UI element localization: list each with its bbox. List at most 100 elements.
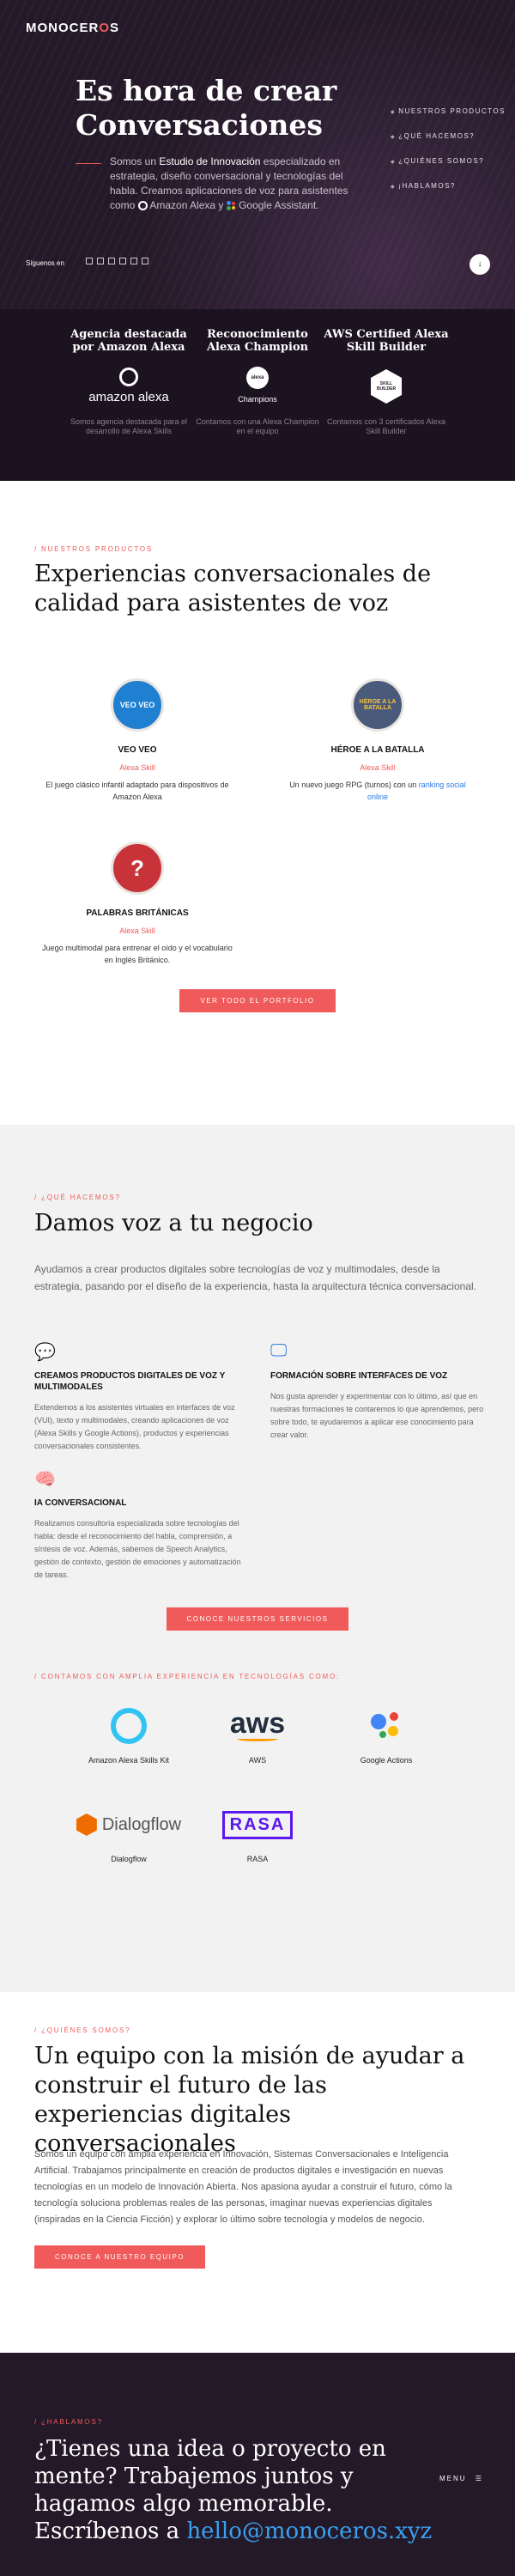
nav-item-who-we-are[interactable]: ¿QUIÉNES SOMOS? <box>391 157 506 165</box>
product-tag: Alexa Skill <box>119 927 155 935</box>
hero-title: Es hora de crear Conversaciones <box>76 74 337 142</box>
award-title: AWS Certified Alexa Skill Builder <box>324 328 449 354</box>
hero-section: MONOCEROS Es hora de crear Conversacione… <box>0 0 515 481</box>
scroll-down-button[interactable]: ↓ <box>470 254 490 275</box>
contact-eyebrow: / ¿HABLAMOS? <box>34 2418 103 2426</box>
alexa-ring-icon <box>137 201 148 210</box>
logo-text-dot: O <box>99 21 111 35</box>
team-section: / ¿QUIÉNES SOMOS? Un equipo con la misió… <box>0 1992 515 2353</box>
product-name: HÉROE A LA BATALLA <box>330 745 425 755</box>
nav-item-contact[interactable]: ¡HABLAMOS? <box>391 182 506 190</box>
team-button[interactable]: CONOCE A NUESTRO EQUIPO <box>34 2245 205 2269</box>
services-section: / ¿QUÉ HACEMOS? Damos voz a tu negocio A… <box>0 1125 515 1992</box>
youtube-icon[interactable] <box>130 258 137 264</box>
amazon-alexa-logo-text: amazon alexa <box>88 390 169 404</box>
nav-item-what-we-do[interactable]: ¿QUÉ HACEMOS? <box>391 132 506 140</box>
facebook-icon[interactable] <box>86 258 93 264</box>
tech-name: Dialogflow <box>111 1855 147 1863</box>
services-intro: Ayudamos a crear productos digitales sob… <box>34 1263 476 1292</box>
brain-icon: 🧠 <box>34 1470 56 1489</box>
service-desc: Realizamos consultoría especializada sob… <box>34 1519 241 1579</box>
champions-badge-text: alexa <box>246 367 269 389</box>
product-tag: Alexa Skill <box>119 763 155 772</box>
award-title: Reconocimiento Alexa Champion <box>206 328 309 354</box>
product-tag: Alexa Skill <box>360 763 396 772</box>
service-conversational-ai: 🧠 IA CONVERSACIONAL Realizamos consultor… <box>34 1468 249 1582</box>
product-name: VEO VEO <box>118 745 157 755</box>
products-eyebrow: / NUESTROS PRODUCTOS <box>34 545 154 553</box>
palabras-logo: ? <box>111 841 164 895</box>
product-desc: El juego clásico infantil adaptado para … <box>45 781 229 801</box>
tech-name: AWS <box>248 1756 267 1765</box>
product-desc: Juego multimodal para entrenar el oído y… <box>42 944 233 964</box>
contact-section: / ¿HABLAMOS? ¿Tienes una idea o proyecto… <box>0 2353 515 2576</box>
services-title: Damos voz a tu negocio <box>34 1210 313 1236</box>
twitter-icon[interactable] <box>108 258 115 264</box>
award-alexa-champion: Reconocimiento Alexa Champion alexa Cham… <box>193 328 322 436</box>
service-title: IA CONVERSACIONAL <box>34 1498 127 1508</box>
products-section: / NUESTROS PRODUCTOS Experiencias conver… <box>0 481 515 1125</box>
contact-title: ¿Tienes una idea o proyecto en mente? Tr… <box>34 2435 446 2545</box>
nav-item-products[interactable]: NUESTROS PRODUCTOS <box>391 107 506 115</box>
award-skill-builder: AWS Certified Alexa Skill Builder SKILL … <box>322 328 451 436</box>
team-title: Un equipo con la misión de ayudar a cons… <box>34 2043 465 2157</box>
menu-button[interactable]: MENU ☰ <box>439 2475 483 2482</box>
hero-text-bold: Estudio de Innovación <box>159 155 261 167</box>
service-title: FORMACIÓN SOBRE INTERFACES DE VOZ <box>270 1371 448 1381</box>
tech-rasa: RASA RASA <box>193 1803 322 1863</box>
product-card-veo-veo[interactable]: VEO VEO VEO VEO Alexa Skill El juego clá… <box>39 678 236 803</box>
awards-strip: Agencia destacada por Amazon Alexa amazo… <box>0 309 515 481</box>
menu-label: MENU <box>439 2475 467 2482</box>
service-desc: Extendemos a los asistentes virtuales en… <box>34 1403 235 1450</box>
hero-text-and: y <box>215 199 227 211</box>
rasa-logo: RASA <box>193 1803 322 1846</box>
hero-navigation: NUESTROS PRODUCTOS ¿QUÉ HACEMOS? ¿QUIÉNE… <box>391 107 506 207</box>
product-desc: Un nuevo juego RPG (turnos) con un ranki… <box>279 779 476 803</box>
portfolio-button[interactable]: VER TODO EL PORTFOLIO <box>179 989 336 1012</box>
aws-logo-text: aws <box>229 1707 286 1740</box>
follow-label: Síguenos en <box>26 259 64 267</box>
service-training: 🖵 FORMACIÓN SOBRE INTERFACES DE VOZ Nos … <box>270 1341 485 1442</box>
github-icon[interactable] <box>142 258 148 264</box>
product-name: PALABRAS BRITÁNICAS <box>86 908 189 918</box>
award-desc: Contamos con una Alexa Champion en el eq… <box>196 417 319 435</box>
team-eyebrow: / ¿QUIÉNES SOMOS? <box>34 2026 131 2034</box>
alexa-champions-logo: alexa Champions <box>193 361 322 412</box>
services-button[interactable]: CONOCE NUESTROS SERVICIOS <box>166 1607 349 1631</box>
services-button-wrap: CONOCE NUESTROS SERVICIOS <box>0 1607 515 1631</box>
linkedin-icon[interactable] <box>97 258 104 264</box>
tech-google-actions: Google Actions <box>322 1704 451 1765</box>
hero-google-text: Google Assistant. <box>239 199 319 211</box>
dialogflow-logo-text: Dialogflow <box>101 1814 182 1834</box>
award-desc: Contamos con 3 certificados Alexa Skill … <box>326 417 446 435</box>
chat-icon: 💬 <box>34 1343 56 1362</box>
brand-logo[interactable]: MONOCEROS <box>26 21 119 35</box>
team-text: Somos un equipo con amplia experiencia e… <box>34 2149 452 2225</box>
tech-dialogflow: Dialogflow Dialogflow <box>64 1803 193 1863</box>
logo-text-pre: MONOCER <box>26 21 100 35</box>
product-card-palabras[interactable]: ? PALABRAS BRITÁNICAS Alexa Skill Juego … <box>39 841 236 966</box>
contact-email-link[interactable]: hello@monoceros.xyz <box>186 2518 432 2544</box>
team-button-wrap: CONOCE A NUESTRO EQUIPO <box>34 2245 205 2269</box>
product-card-heroe[interactable]: HÉROE A LA BATALLA HÉROE A LA BATALLA Al… <box>279 678 476 803</box>
amazon-alexa-logo: amazon alexa <box>64 361 193 412</box>
hero-divider <box>76 163 101 164</box>
instagram-icon[interactable] <box>119 258 126 264</box>
tech-eyebrow: / CONTAMOS CON AMPLIA EXPERIENCIA EN TEC… <box>34 1673 341 1680</box>
service-desc: Nos gusta aprender y experimentar con lo… <box>270 1392 484 1439</box>
product-desc-pre: Un nuevo juego RPG (turnos) con un <box>289 781 419 789</box>
portfolio-button-wrap: VER TODO EL PORTFOLIO <box>0 989 515 1012</box>
aws-logo: aws <box>193 1704 322 1747</box>
award-alexa-agency: Agencia destacada por Amazon Alexa amazo… <box>64 328 193 436</box>
google-assistant-icon <box>226 201 236 210</box>
award-title: Agencia destacada por Amazon Alexa <box>70 328 187 354</box>
tech-name: RASA <box>246 1855 269 1863</box>
heroe-badge-text: HÉROE A LA BATALLA <box>359 699 397 711</box>
hero-text-pre: Somos un <box>110 155 160 167</box>
champions-logo-text: Champions <box>238 395 277 404</box>
rasa-logo-text: RASA <box>221 1810 294 1839</box>
tech-aws: aws AWS <box>193 1704 322 1765</box>
aws-badge-text: SKILL BUILDER <box>376 381 397 392</box>
presentation-icon: 🖵 <box>270 1341 288 1360</box>
tech-alexa: Amazon Alexa Skills Kit <box>64 1704 193 1765</box>
